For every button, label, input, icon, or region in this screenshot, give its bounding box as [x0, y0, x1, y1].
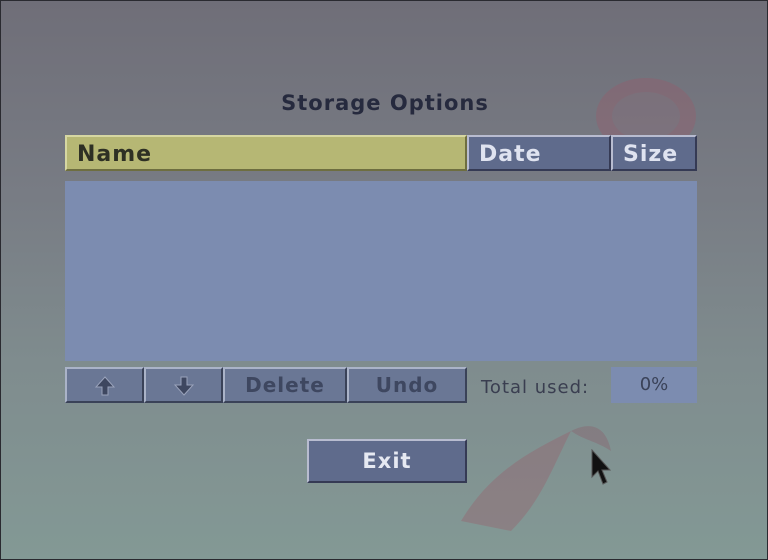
- column-header-date[interactable]: Date: [467, 135, 611, 171]
- arrow-up-icon: [94, 375, 115, 395]
- move-up-button[interactable]: [65, 367, 144, 403]
- undo-button[interactable]: Undo: [347, 367, 467, 403]
- mouse-cursor-icon: [591, 449, 612, 485]
- column-header-name[interactable]: Name: [65, 135, 467, 171]
- delete-button[interactable]: Delete: [223, 367, 347, 403]
- move-down-button[interactable]: [144, 367, 223, 403]
- exit-button[interactable]: Exit: [307, 439, 467, 483]
- arrow-down-icon: [173, 376, 194, 396]
- total-used-label: Total used:: [481, 377, 590, 398]
- file-list[interactable]: [65, 181, 697, 361]
- dialog-title: Storage Options: [281, 91, 489, 115]
- total-used-value: 0%: [611, 367, 697, 403]
- column-header-size[interactable]: Size: [611, 135, 697, 171]
